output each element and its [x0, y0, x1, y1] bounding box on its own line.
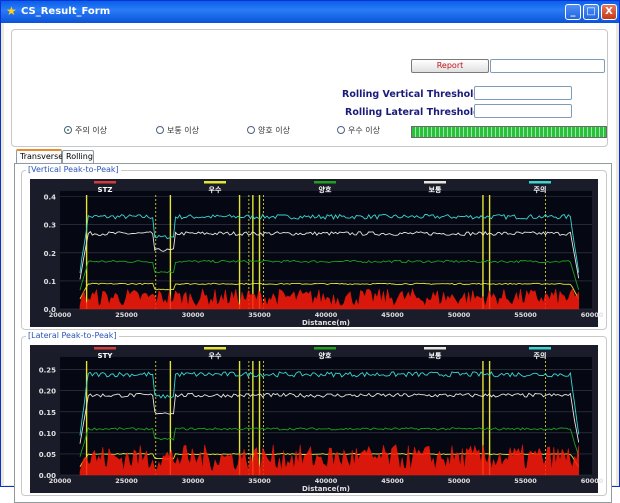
x-tick-label: 40000 [315, 477, 338, 485]
window-title: CS_Result_Form [21, 6, 111, 17]
x-tick-label: 25000 [115, 311, 138, 319]
lateral-chart-title: [Lateral Peak-to-Peak] [26, 331, 119, 340]
legend-swatch [314, 181, 336, 184]
maximize-button[interactable]: □ [583, 4, 599, 20]
x-tick-label: 35000 [248, 477, 271, 485]
legend-swatch [424, 347, 446, 350]
x-axis-label: Distance(m) [302, 485, 350, 493]
legend-swatch [204, 181, 226, 184]
radio-excellent[interactable]: 우수 이상 [337, 125, 380, 136]
x-tick-label: 55000 [514, 477, 537, 485]
transverse-tab-page: [Vertical Peak-to-Peak] 0.0 0.1 0.2 0.3 0.4 2… [14, 163, 612, 503]
y-tick-label: 0.10 [39, 430, 56, 438]
legend-label: 주의 [534, 185, 547, 194]
y-tick-label: 0.05 [39, 451, 56, 459]
tab-transverse[interactable]: Transverse [16, 149, 63, 163]
legend-label: 보통 [429, 185, 442, 194]
legend-swatch [94, 347, 116, 350]
x-tick-label: 45000 [381, 477, 404, 485]
x-tick-label: 55000 [514, 311, 537, 319]
vertical-chart-group: [Vertical Peak-to-Peak] 0.0 0.1 0.2 0.3 0.4 2… [21, 165, 607, 330]
x-tick-label: 20000 [49, 477, 72, 485]
tab-rolling[interactable]: Rolling [62, 150, 94, 163]
radio-dot-icon [64, 126, 72, 134]
y-tick-label: 0.1 [44, 278, 57, 286]
minimize-button[interactable]: _ [565, 4, 581, 20]
legend-swatch [314, 347, 336, 350]
legend-label: 양호 [319, 351, 332, 360]
legend-label: 주의 [534, 351, 547, 360]
close-button[interactable]: X [601, 4, 617, 20]
y-tick-label: 0.25 [39, 367, 56, 375]
legend-label: STZ [98, 186, 113, 194]
y-tick-label: 0.3 [44, 222, 57, 230]
legend-swatch [94, 181, 116, 184]
report-path-field[interactable] [490, 59, 605, 73]
legend-label: 양호 [319, 185, 332, 194]
client-area: Report Rolling Vertical Threshold : Roll… [4, 23, 616, 503]
plot-area [60, 191, 592, 309]
lateral-threshold-label: Rolling Lateral Threshold : [345, 107, 488, 118]
x-tick-label: 30000 [182, 311, 205, 319]
legend-swatch [529, 347, 551, 350]
legend-label: 보통 [429, 351, 442, 360]
vertical-chart: 0.00.10.20.30.420000 25000 30000 35000 40000… [30, 179, 604, 327]
report-button[interactable]: Report [411, 59, 489, 73]
radio-normal[interactable]: 보통 이상 [156, 125, 199, 136]
lateral-chart: 0.000.050.100.150.200.2520000 25000 30000 3… [30, 345, 604, 493]
x-tick-label: 60000 [581, 311, 604, 319]
lateral-chart-group: [Lateral Peak-to-Peak] 0.00 0.05 0.10 0.15 0… [21, 331, 607, 496]
app-star-icon: ★ [6, 4, 17, 18]
x-tick-label: 30000 [182, 477, 205, 485]
radio-caution[interactable]: 주의 이상 [64, 125, 107, 136]
y-tick-label: 0.20 [39, 388, 56, 396]
legend-swatch [529, 181, 551, 184]
legend-swatch [424, 181, 446, 184]
result-form-window: ★ CS_Result_Form _ □ X Report Rolling Ve… [0, 0, 620, 503]
x-axis-label: Distance(m) [302, 319, 350, 327]
title-bar[interactable]: ★ CS_Result_Form _ □ X [1, 1, 619, 23]
vertical-threshold-input[interactable] [474, 86, 572, 100]
y-tick-label: 0.15 [39, 409, 56, 417]
legend-label: STY [98, 352, 114, 360]
progress-bar [411, 126, 607, 138]
x-tick-label: 25000 [115, 477, 138, 485]
x-tick-label: 50000 [448, 477, 471, 485]
radio-dot-icon [156, 126, 164, 134]
radio-dot-icon [337, 126, 345, 134]
vertical-chart-title: [Vertical Peak-to-Peak] [26, 165, 121, 174]
x-tick-label: 45000 [381, 311, 404, 319]
y-tick-label: 0.4 [44, 194, 57, 202]
lateral-threshold-input[interactable] [474, 104, 572, 118]
legend-label: 우수 [209, 185, 222, 194]
legend-label: 우수 [209, 351, 222, 360]
legend-swatch [204, 347, 226, 350]
x-tick-label: 50000 [448, 311, 471, 319]
x-tick-label: 20000 [49, 311, 72, 319]
x-tick-label: 35000 [248, 311, 271, 319]
vertical-threshold-label: Rolling Vertical Threshold : [342, 89, 488, 100]
radio-dot-icon [247, 126, 255, 134]
x-tick-label: 40000 [315, 311, 338, 319]
radio-good[interactable]: 양호 이상 [247, 125, 290, 136]
x-tick-label: 60000 [581, 477, 604, 485]
y-tick-label: 0.2 [44, 250, 57, 258]
